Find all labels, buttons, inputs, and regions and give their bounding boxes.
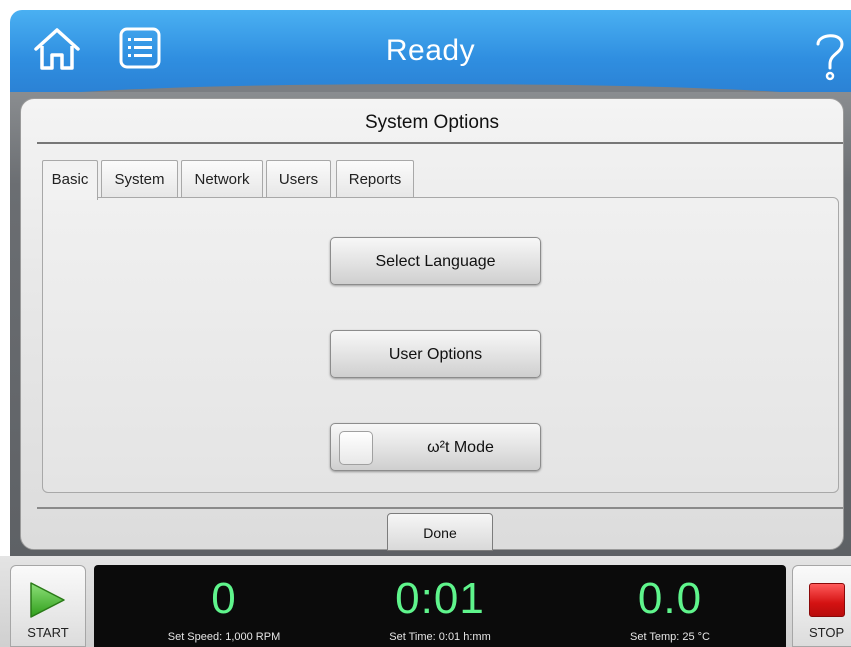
done-button[interactable]: Done — [387, 513, 493, 551]
stop-label: STOP — [809, 625, 845, 640]
stop-square-icon — [809, 583, 845, 617]
speed-readout: 0 Set Speed: 1,000 RPM — [134, 565, 314, 647]
tab-users[interactable]: Users — [266, 160, 331, 198]
temp-caption: Set Temp: 25 °C — [629, 631, 710, 643]
status-title: Ready — [385, 34, 476, 67]
speed-caption: Set Speed: 1,000 RPM — [167, 631, 281, 643]
user-options-button[interactable]: User Options — [330, 330, 541, 378]
omega-mode-checkbox[interactable] — [339, 431, 373, 465]
time-readout: 0:01 Set Time: 0:01 h:mm — [350, 565, 530, 647]
start-label: START — [27, 625, 69, 640]
stop-button[interactable]: STOP — [792, 565, 851, 647]
select-language-button[interactable]: Select Language — [330, 237, 541, 285]
help-question-icon[interactable] — [810, 26, 850, 84]
title-divider — [37, 142, 843, 144]
speed-value: 0 — [211, 574, 237, 623]
tab-network[interactable]: Network — [181, 160, 263, 198]
omega-mode-label: ω²t Mode — [427, 439, 494, 456]
omega-mode-toggle[interactable]: ω²t Mode — [330, 423, 541, 471]
tab-basic[interactable]: Basic — [42, 160, 98, 200]
run-readout-display: 0 Set Speed: 1,000 RPM 0:01 Set Time: 0:… — [94, 565, 786, 647]
start-button[interactable]: START — [10, 565, 86, 647]
temp-value: 0.0 — [637, 574, 703, 623]
page-title: System Options — [364, 112, 500, 133]
time-caption: Set Time: 0:01 h:mm — [389, 631, 491, 643]
bottom-divider — [37, 507, 843, 509]
tab-system[interactable]: System — [101, 160, 178, 198]
play-icon — [30, 582, 65, 618]
temp-readout: 0.0 Set Temp: 25 °C — [580, 565, 760, 647]
tab-reports[interactable]: Reports — [336, 160, 414, 198]
time-value: 0:01 — [395, 574, 485, 623]
